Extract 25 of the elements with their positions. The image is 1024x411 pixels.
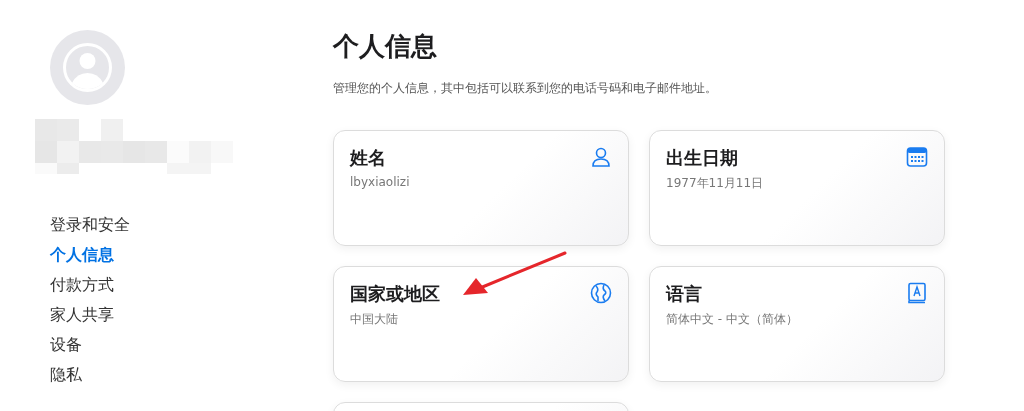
sidebar-item[interactable]: 登录和安全 bbox=[50, 214, 130, 235]
sidebar-item[interactable]: 家人共享 bbox=[50, 304, 114, 325]
card-value: 中国大陆 bbox=[350, 311, 399, 328]
sidebar-item[interactable]: 付款方式 bbox=[50, 274, 114, 295]
globe-icon bbox=[590, 282, 612, 304]
sidebar-item[interactable]: 个人信息 bbox=[50, 244, 114, 265]
card-value: lbyxiaolizi bbox=[350, 175, 410, 189]
sidebar-item[interactable]: 设备 bbox=[50, 334, 82, 355]
info-card[interactable]: 语言 简体中文 - 中文（简体） bbox=[649, 266, 945, 382]
page-title: 个人信息 bbox=[333, 30, 438, 62]
person-icon bbox=[590, 146, 612, 168]
page-description: 管理您的个人信息，其中包括可以联系到您的电话号码和电子邮件地址。 bbox=[333, 80, 718, 97]
info-card[interactable]: 出生日期 1977年11月11日 bbox=[649, 130, 945, 246]
sidebar-item[interactable]: 隐私 bbox=[50, 364, 82, 385]
card-title: 出生日期 bbox=[666, 146, 739, 170]
card-value: 简体中文 - 中文（简体） bbox=[666, 311, 798, 328]
card-value: 1977年11月11日 bbox=[666, 175, 764, 192]
info-card[interactable]: 姓名 lbyxiaolizi bbox=[333, 130, 629, 246]
info-card[interactable]: 国家或地区 中国大陆 bbox=[333, 266, 629, 382]
card-title: 语言 bbox=[666, 282, 703, 306]
card-title: 国家或地区 bbox=[350, 282, 440, 306]
avatar-icon bbox=[50, 30, 125, 105]
card-title: 姓名 bbox=[350, 146, 387, 170]
book-icon bbox=[906, 282, 928, 304]
calendar-icon bbox=[906, 146, 928, 168]
